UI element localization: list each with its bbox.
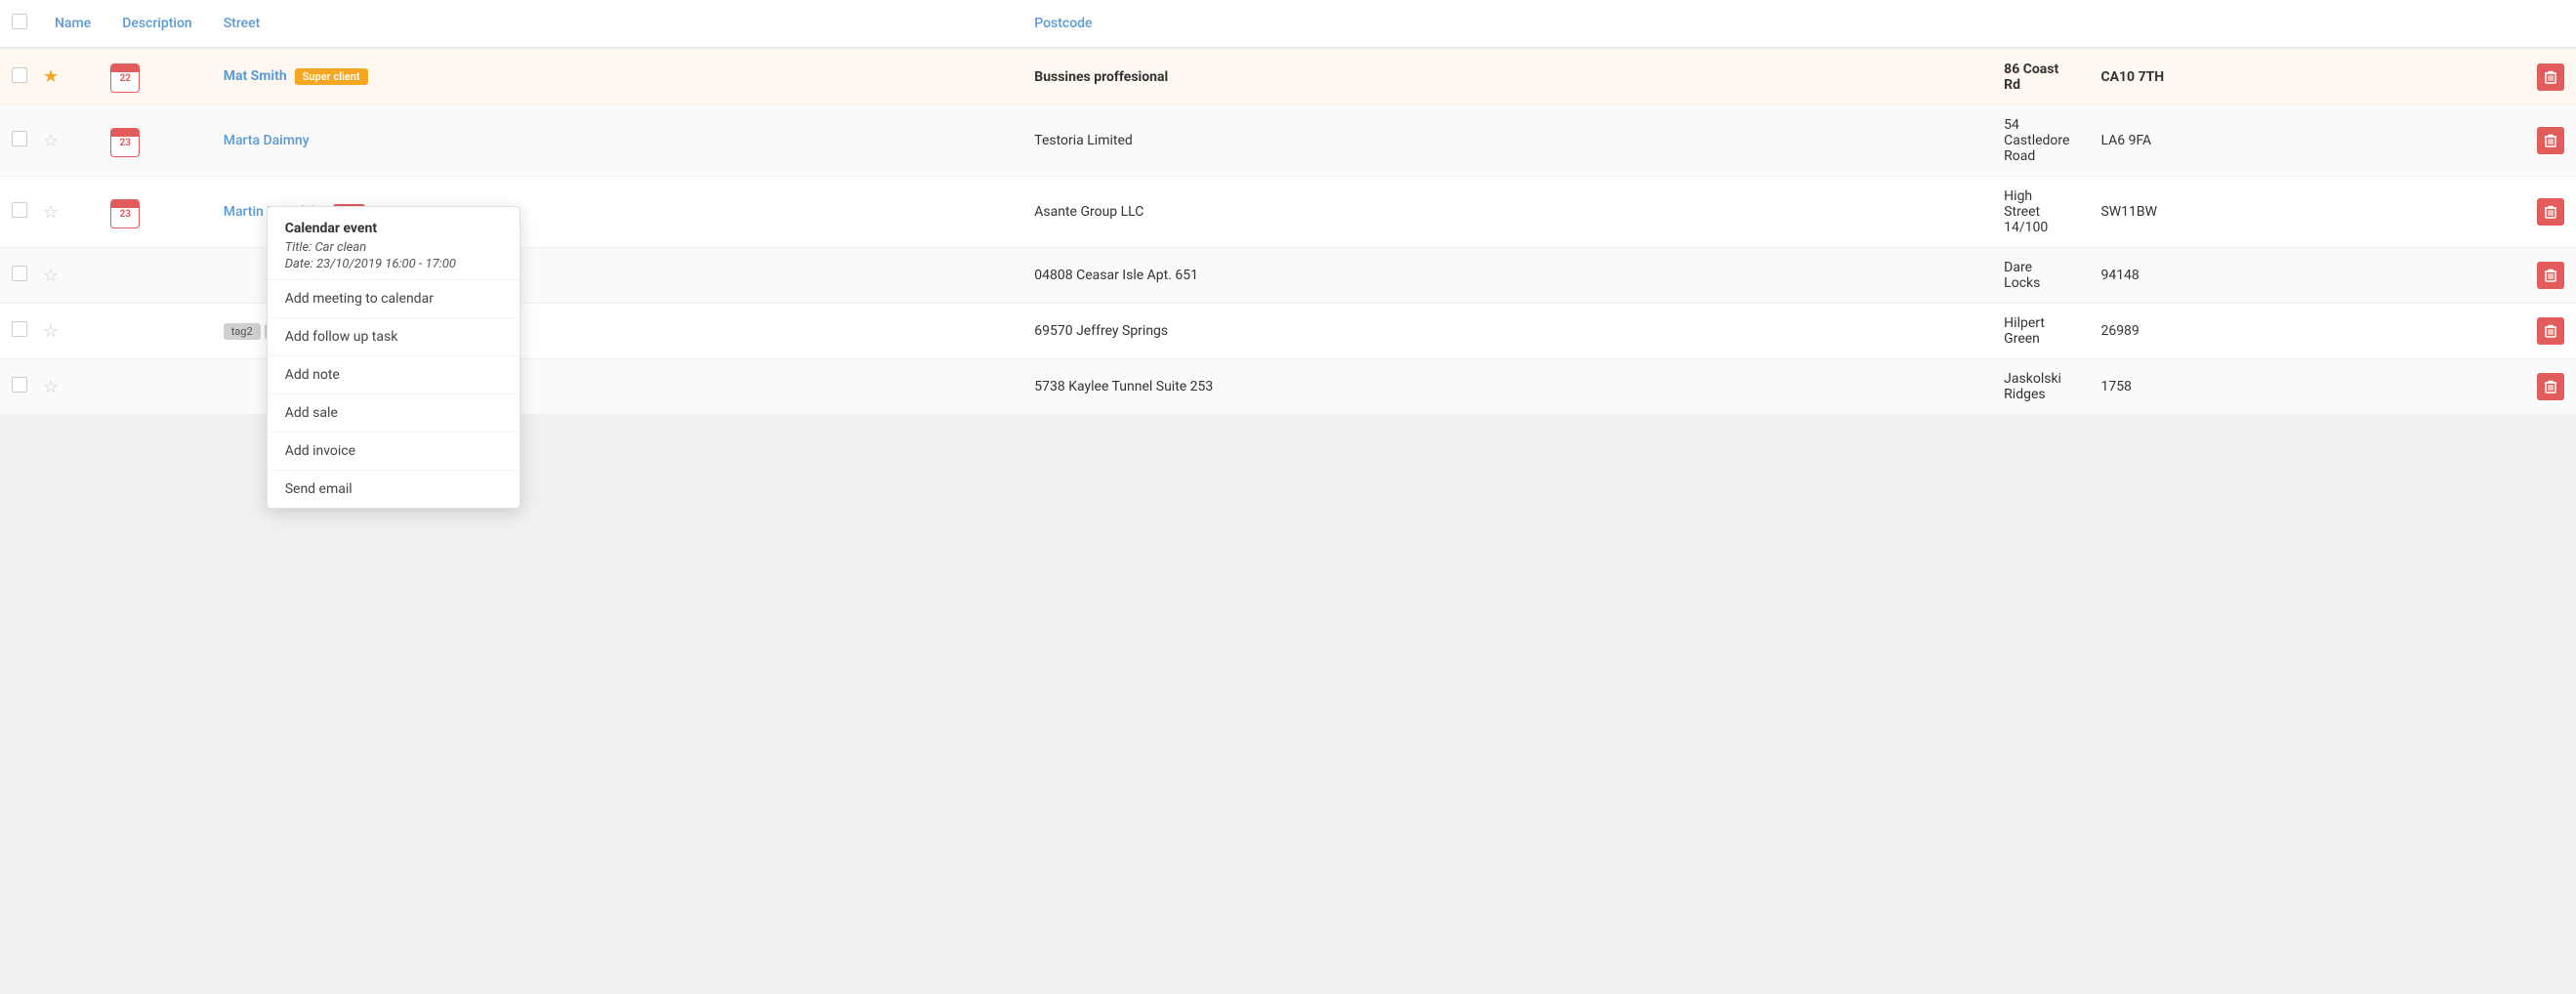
row-checkbox[interactable] <box>12 131 27 146</box>
header-street: Street <box>208 0 1019 48</box>
popup-menu-item[interactable]: Add note <box>268 356 519 394</box>
description-cell: Testoria Limited <box>1018 105 1988 177</box>
postcode-cell: CA10 7TH <box>2085 48 2521 105</box>
street-cell: 54 Castledore Road <box>1988 105 2085 177</box>
description-cell: 5738 Kaylee Tunnel Suite 253 <box>1018 359 1988 415</box>
delete-cell <box>2521 177 2576 248</box>
delete-cell <box>2521 359 2576 415</box>
table-row: ☆ 23 Marta Daimny Testoria Limited54 Cast… <box>0 105 2576 177</box>
name-cell: Mat Smith Super client <box>208 48 1019 105</box>
contacts-table: Name Description Street Postcode ★ 22 Ma… <box>0 0 2576 415</box>
row-checkbox[interactable] <box>12 67 27 83</box>
postcode-cell: SW11BW <box>2085 177 2521 248</box>
tag[interactable]: tag2 <box>224 323 261 340</box>
table-header-row: Name Description Street Postcode <box>0 0 2576 48</box>
header-description: Description <box>106 0 208 48</box>
popup-header: Calendar event Title: Car clean Date: 23… <box>268 207 519 280</box>
delete-button[interactable] <box>2537 317 2564 345</box>
popup-menu-item[interactable]: Add sale <box>268 394 519 433</box>
header-postcode: Postcode <box>1018 0 1988 48</box>
star-icon[interactable]: ☆ <box>43 131 59 151</box>
star-icon[interactable]: ☆ <box>43 202 59 223</box>
header-check[interactable] <box>0 0 39 48</box>
delete-button[interactable] <box>2537 373 2564 400</box>
delete-button[interactable] <box>2537 127 2564 154</box>
street-cell: High Street 14/100 <box>1988 177 2085 248</box>
header-actions <box>1988 0 2085 48</box>
delete-button[interactable] <box>2537 262 2564 289</box>
star-icon[interactable]: ☆ <box>43 266 59 286</box>
row-checkbox[interactable] <box>12 377 27 393</box>
delete-button[interactable] <box>2537 198 2564 226</box>
postcode-cell: 94148 <box>2085 248 2521 304</box>
cal-day-number: 23 <box>119 208 130 220</box>
description-cell: 69570 Jeffrey Springs <box>1018 304 1988 359</box>
client-badge: Super client <box>295 68 368 85</box>
select-all-checkbox[interactable] <box>12 14 27 29</box>
row-checkbox[interactable] <box>12 266 27 281</box>
popup-cal-event-title: Calendar event <box>285 221 502 236</box>
street-cell: 86 Coast Rd <box>1988 48 2085 105</box>
postcode-cell: 26989 <box>2085 304 2521 359</box>
context-menu-popup: Calendar event Title: Car clean Date: 23… <box>267 206 520 509</box>
name-cell: Martin KowalskyVIP Calendar event Title:… <box>208 177 1019 248</box>
description-cell: Asante Group LLC <box>1018 177 1988 248</box>
delete-cell <box>2521 48 2576 105</box>
popup-menu-item[interactable]: Send email <box>268 471 519 508</box>
description-cell: 04808 Ceasar Isle Apt. 651 <box>1018 248 1988 304</box>
delete-button[interactable] <box>2537 63 2564 91</box>
client-name-link[interactable]: Marta Daimny <box>224 133 310 148</box>
calendar-icon[interactable]: 22 <box>110 63 140 93</box>
postcode-cell: 1758 <box>2085 359 2521 415</box>
calendar-icon[interactable]: 23 <box>110 199 140 228</box>
delete-cell <box>2521 105 2576 177</box>
star-icon[interactable]: ☆ <box>43 377 59 397</box>
name-cell: Marta Daimny <box>208 105 1019 177</box>
contacts-table-wrapper: Name Description Street Postcode ★ 22 Ma… <box>0 0 2576 415</box>
table-row: ★ 22 Mat Smith Super client Bussines proff… <box>0 48 2576 105</box>
description-cell: Bussines proffesional <box>1018 48 1988 105</box>
header-name: Name <box>39 0 106 48</box>
calendar-icon[interactable]: 23 <box>110 128 140 157</box>
street-cell: Jaskolski Ridges <box>1988 359 2085 415</box>
street-cell: Hilpert Green <box>1988 304 2085 359</box>
row-checkbox[interactable] <box>12 202 27 218</box>
row-checkbox[interactable] <box>12 321 27 337</box>
cal-day-number: 22 <box>119 72 130 84</box>
star-icon[interactable]: ☆ <box>43 321 59 342</box>
popup-menu-item[interactable]: Add follow up task <box>268 318 519 356</box>
popup-menu-item[interactable]: Add meeting to calendar <box>268 280 519 318</box>
popup-title: Title: Car clean <box>285 240 502 255</box>
delete-cell <box>2521 248 2576 304</box>
popup-menu-item[interactable]: Add invoice <box>268 433 519 471</box>
postcode-cell: LA6 9FA <box>2085 105 2521 177</box>
street-cell: Dare Locks <box>1988 248 2085 304</box>
popup-date: Date: 23/10/2019 16:00 - 17:00 <box>285 257 502 271</box>
delete-cell <box>2521 304 2576 359</box>
client-name-link[interactable]: Mat Smith <box>224 68 287 84</box>
table-row: ☆ 23 Martin KowalskyVIP Calendar event T… <box>0 177 2576 248</box>
cal-day-number: 23 <box>119 137 130 148</box>
star-icon[interactable]: ★ <box>43 66 59 87</box>
